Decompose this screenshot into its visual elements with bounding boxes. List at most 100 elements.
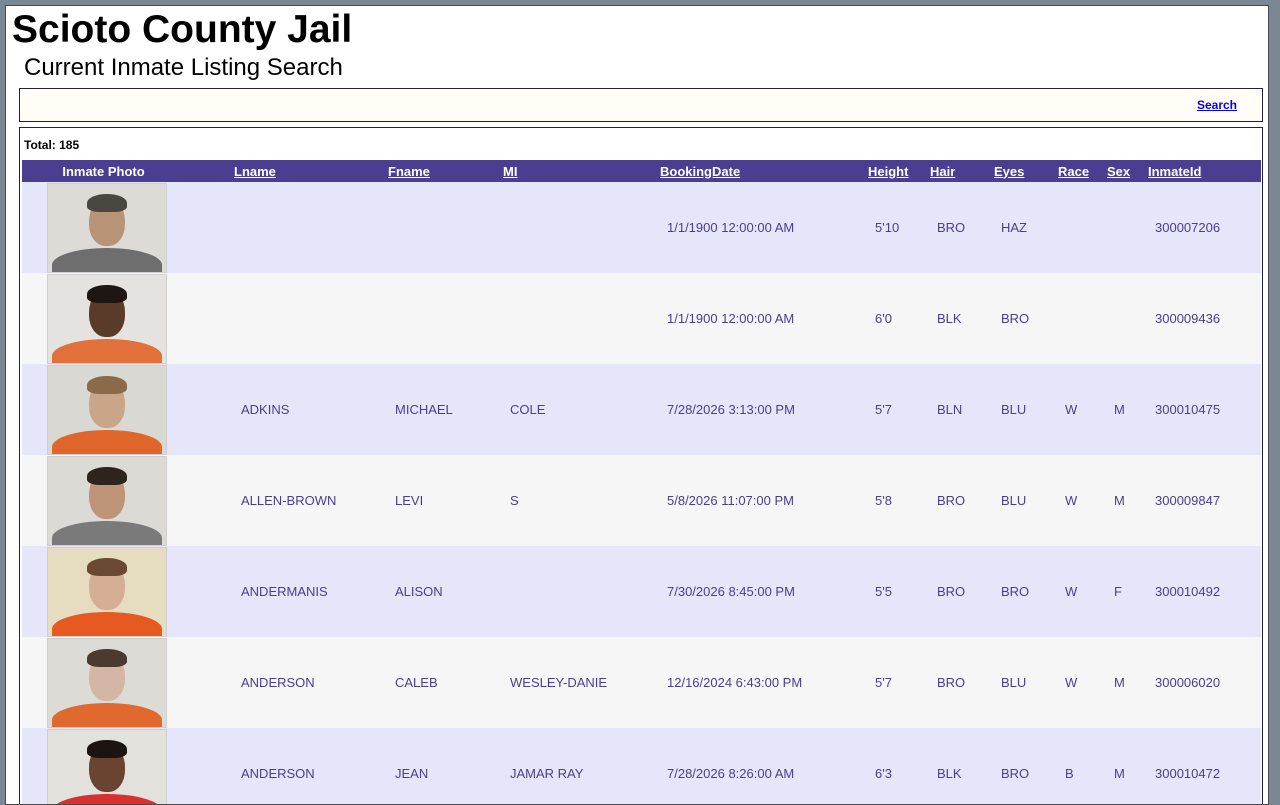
photo-shirt (52, 248, 162, 273)
cell-race (1058, 273, 1107, 364)
sort-sex-link[interactable]: Sex (1107, 164, 1130, 179)
cell-race: W (1058, 637, 1107, 728)
search-link[interactable]: Search (1197, 98, 1237, 112)
inmate-photo[interactable] (47, 365, 167, 455)
sort-inmate-id-link[interactable]: InmateId (1148, 164, 1201, 179)
cell-sex: M (1107, 728, 1148, 805)
photo-cell (22, 364, 177, 455)
cell-race: W (1058, 364, 1107, 455)
cell-race (1058, 182, 1107, 273)
photo-cell (22, 455, 177, 546)
table-row: ANDERSON CALEB WESLEY-DANIE 12/16/2024 6… (22, 637, 1261, 728)
col-header-fname: Fname (388, 160, 503, 182)
cell-sex (1107, 182, 1148, 273)
cell-inmate-id: 300010492 (1148, 546, 1261, 637)
cell-booking-date: 12/16/2024 6:43:00 PM (660, 637, 868, 728)
cell-hair: BLK (930, 273, 994, 364)
col-header-spacer (177, 160, 234, 182)
col-header-booking-date: BookingDate (660, 160, 868, 182)
col-header-sex: Sex (1107, 160, 1148, 182)
cell-height: 6'3 (868, 728, 930, 805)
cell-inmate-id: 300009436 (1148, 273, 1261, 364)
cell-eyes: BRO (994, 546, 1058, 637)
page: Scioto County Jail Current Inmate Listin… (5, 5, 1269, 805)
cell-height: 5'7 (868, 637, 930, 728)
col-header-race: Race (1058, 160, 1107, 182)
photo-shirt (52, 430, 162, 455)
cell-fname (388, 182, 503, 273)
cell-sex: M (1107, 364, 1148, 455)
sort-fname-link[interactable]: Fname (388, 164, 430, 179)
inmate-photo[interactable] (47, 274, 167, 364)
cell-booking-date: 5/8/2026 11:07:00 PM (660, 455, 868, 546)
inmate-photo[interactable] (47, 729, 167, 805)
sort-hair-link[interactable]: Hair (930, 164, 955, 179)
col-header-eyes: Eyes (994, 160, 1058, 182)
cell-height: 5'5 (868, 546, 930, 637)
photo-cell (22, 637, 177, 728)
inmate-photo[interactable] (47, 456, 167, 546)
photo-hair (87, 740, 127, 758)
photo-shirt (52, 521, 162, 546)
col-header-hair: Hair (930, 160, 994, 182)
cell-lname: ANDERSON (234, 637, 388, 728)
cell-race: W (1058, 455, 1107, 546)
table-row: ADKINS MICHAEL COLE 7/28/2026 3:13:00 PM… (22, 364, 1261, 455)
cell-race: W (1058, 546, 1107, 637)
photo-cell (22, 182, 177, 273)
inmate-photo[interactable] (47, 547, 167, 637)
cell-sex: F (1107, 546, 1148, 637)
spacer-cell (177, 546, 234, 637)
cell-inmate-id: 300010475 (1148, 364, 1261, 455)
inmate-photo[interactable] (47, 183, 167, 273)
cell-fname: CALEB (388, 637, 503, 728)
cell-lname (234, 273, 388, 364)
photo-hair (87, 194, 127, 212)
sort-lname-link[interactable]: Lname (234, 164, 276, 179)
results-panel: Total: 185 Inmate Photo L (19, 127, 1263, 805)
cell-booking-date: 1/1/1900 12:00:00 AM (660, 182, 868, 273)
table-row: ALLEN-BROWN LEVI S 5/8/2026 11:07:00 PM … (22, 455, 1261, 546)
cell-height: 5'7 (868, 364, 930, 455)
cell-inmate-id: 300009847 (1148, 455, 1261, 546)
col-header-height: Height (868, 160, 930, 182)
cell-mi: S (503, 455, 660, 546)
cell-booking-date: 7/28/2026 3:13:00 PM (660, 364, 868, 455)
sort-booking-date-link[interactable]: BookingDate (660, 164, 740, 179)
photo-shirt (52, 703, 162, 728)
page-title: Scioto County Jail (12, 8, 352, 52)
sort-eyes-link[interactable]: Eyes (994, 164, 1024, 179)
sort-height-link[interactable]: Height (868, 164, 908, 179)
spacer-cell (177, 728, 234, 805)
cell-mi: JAMAR RAY (503, 728, 660, 805)
cell-mi (503, 546, 660, 637)
cell-hair: BRO (930, 637, 994, 728)
photo-hair (87, 376, 127, 394)
table-header-row: Inmate Photo Lname Fname MI BookingDate … (22, 160, 1261, 182)
cell-booking-date: 1/1/1900 12:00:00 AM (660, 273, 868, 364)
cell-lname: ADKINS (234, 364, 388, 455)
table-row: ANDERMANIS ALISON 7/30/2026 8:45:00 PM 5… (22, 546, 1261, 637)
cell-eyes: BLU (994, 637, 1058, 728)
cell-booking-date: 7/30/2026 8:45:00 PM (660, 546, 868, 637)
cell-hair: BRO (930, 182, 994, 273)
cell-mi: WESLEY-DANIE (503, 637, 660, 728)
photo-hair (87, 558, 127, 576)
photo-hair (87, 467, 127, 485)
cell-height: 5'10 (868, 182, 930, 273)
cell-race: B (1058, 728, 1107, 805)
cell-booking-date: 7/28/2026 8:26:00 AM (660, 728, 868, 805)
photo-shirt (52, 339, 162, 364)
photo-shirt (52, 794, 162, 805)
sort-mi-link[interactable]: MI (503, 164, 517, 179)
photo-cell (22, 728, 177, 805)
inmate-photo[interactable] (47, 638, 167, 728)
cell-fname: MICHAEL (388, 364, 503, 455)
cell-hair: BLN (930, 364, 994, 455)
inmate-table-body: 1/1/1900 12:00:00 AM 5'10 BRO HAZ 300007… (22, 182, 1261, 805)
photo-shirt (52, 612, 162, 637)
cell-fname: JEAN (388, 728, 503, 805)
cell-sex (1107, 273, 1148, 364)
photo-hair (87, 285, 127, 303)
sort-race-link[interactable]: Race (1058, 164, 1089, 179)
